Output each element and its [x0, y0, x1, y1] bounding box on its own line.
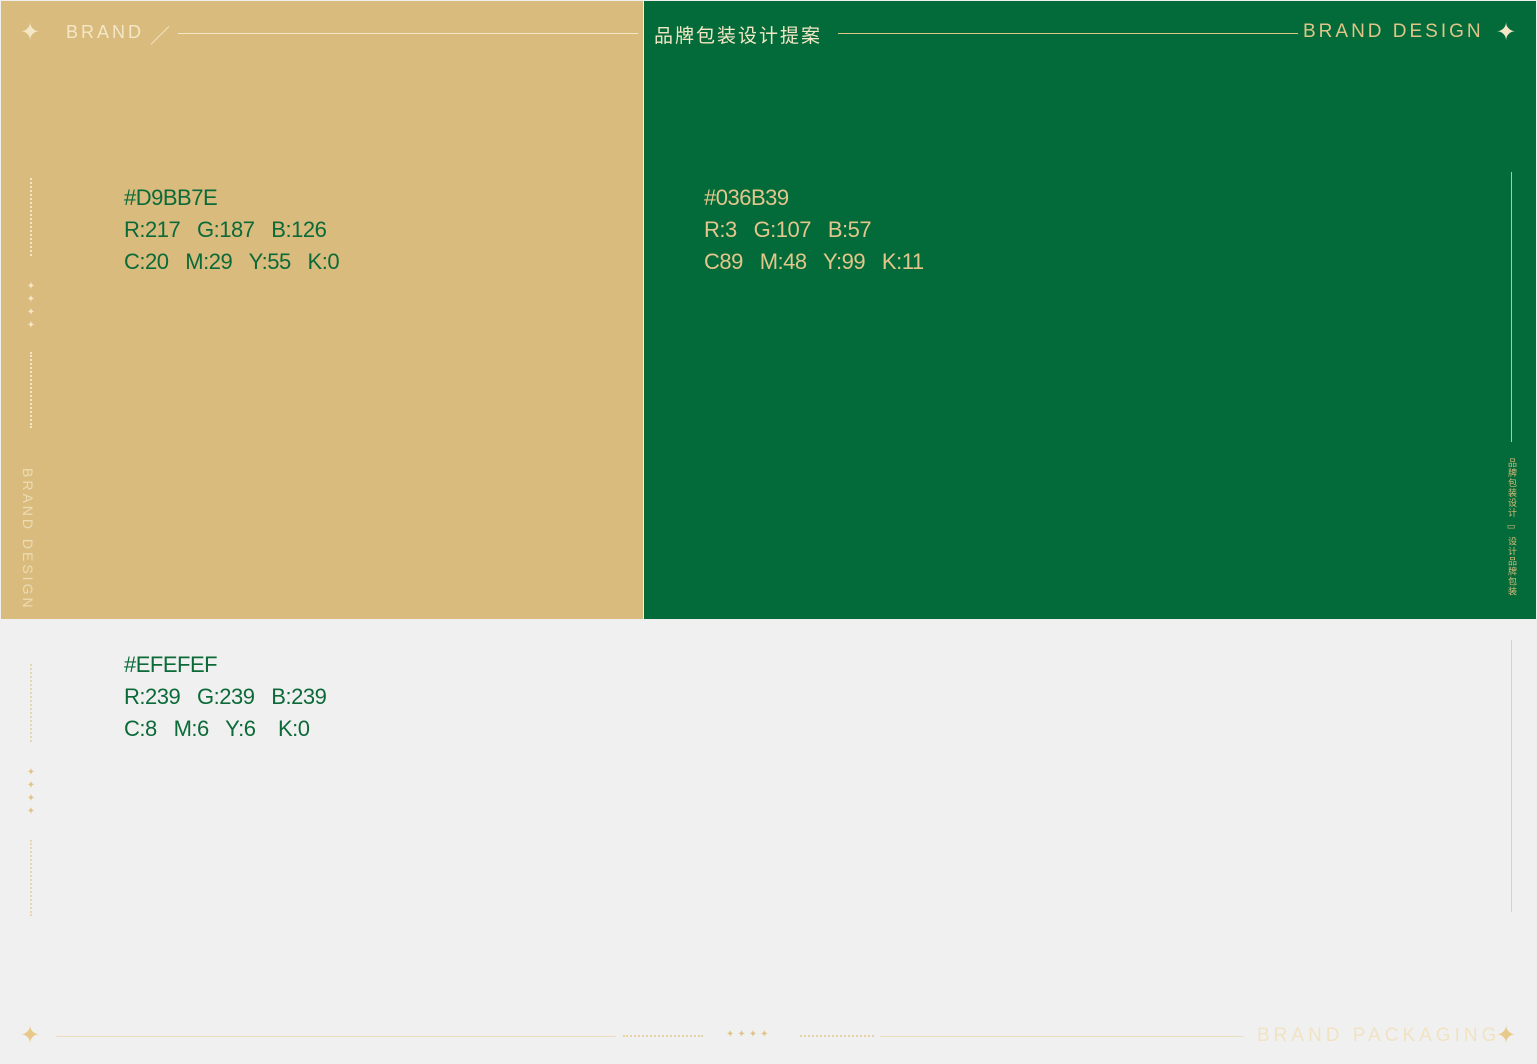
side-vertical-caption: 品牌包装设计 ▭ 设计品牌包装 [1506, 458, 1516, 597]
swatch-rgb: R:239 G:239 B:239 [124, 684, 327, 709]
dotted-divider [623, 1035, 703, 1037]
header-divider-left [178, 33, 638, 34]
side-vertical-label: BRAND DESIGN [20, 468, 36, 611]
star-icon: ✦ [20, 19, 41, 46]
vertical-rule [1511, 640, 1512, 912]
header-title: 品牌包装设计提案 [654, 25, 823, 47]
dotted-divider [800, 1035, 874, 1037]
gold-swatch-panel [1, 1, 643, 619]
footer-brand-packaging: BRAND PACKAGING [1257, 1025, 1501, 1046]
green-swatch-info: #036B39 R:3 G:107 B:57 C89 M:48 Y:99 K:1… [704, 182, 924, 278]
green-swatch-panel [644, 1, 1536, 619]
swatch-cmyk: C:8 M:6 Y:6 K:0 [124, 716, 310, 741]
footer-divider-right [880, 1036, 1244, 1037]
header-divider-right [838, 33, 1298, 34]
dotted-divider [30, 178, 32, 256]
dotted-divider [30, 664, 32, 742]
mini-star-cluster-icon: ✦✦✦✦ [26, 767, 36, 817]
dotted-divider [30, 352, 32, 428]
swatch-cmyk: C:20 M:29 Y:55 K:0 [124, 249, 340, 274]
gold-swatch-info: #D9BB7E R:217 G:187 B:126 C:20 M:29 Y:55… [124, 182, 340, 278]
swatch-rgb: R:217 G:187 B:126 [124, 217, 327, 242]
footer-divider-left [56, 1036, 616, 1037]
mini-star-cluster-icon: ✦✦✦✦ [726, 1029, 772, 1040]
mini-star-cluster-icon: ✦✦✦✦ [26, 281, 36, 331]
vertical-rule [1511, 172, 1512, 442]
star-icon: ✦ [1496, 1022, 1517, 1049]
header-slash: ／ [150, 26, 170, 48]
star-icon: ✦ [20, 1022, 41, 1049]
gray-swatch-info: #EFEFEF R:239 G:239 B:239 C:8 M:6 Y:6 K:… [124, 649, 327, 745]
swatch-hex: #EFEFEF [124, 652, 218, 677]
swatch-rgb: R:3 G:107 B:57 [704, 217, 872, 242]
swatch-hex: #036B39 [704, 185, 789, 210]
header-brand-design: BRAND DESIGN [1303, 21, 1484, 42]
star-icon: ✦ [1496, 19, 1517, 46]
swatch-hex: #D9BB7E [124, 185, 218, 210]
header-brand: BRAND [66, 22, 145, 42]
swatch-cmyk: C89 M:48 Y:99 K:11 [704, 249, 924, 274]
dotted-divider [30, 840, 32, 916]
